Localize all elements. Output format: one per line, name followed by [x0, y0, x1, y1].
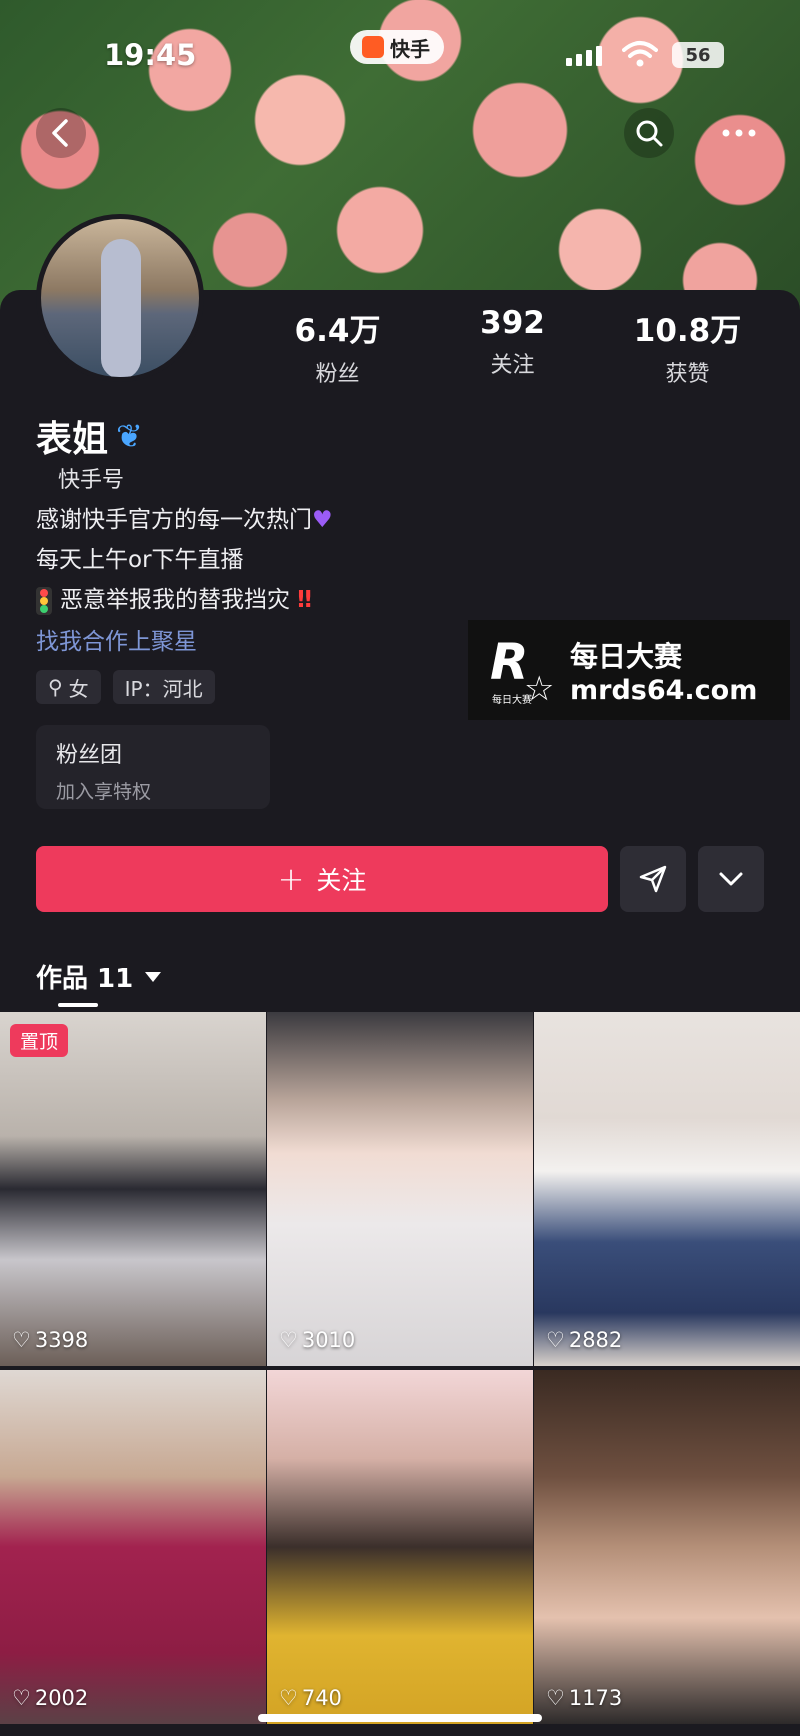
- fan-club-title: 粉丝团: [56, 743, 123, 768]
- chevron-down-icon: [719, 872, 743, 886]
- wifi-icon: [622, 41, 658, 67]
- message-button[interactable]: [620, 846, 686, 912]
- watermark-cn: 每日大赛: [570, 639, 683, 673]
- chevron-left-icon: [52, 119, 68, 147]
- home-indicator[interactable]: [258, 1714, 542, 1722]
- username-text: 表姐: [36, 419, 109, 460]
- profile-tags: ⚲ 女 IP：河北: [36, 670, 215, 704]
- heart-icon: ♡: [279, 1328, 298, 1352]
- back-button[interactable]: [36, 108, 86, 158]
- avatar[interactable]: [36, 214, 204, 382]
- gender-tag: ⚲ 女: [36, 670, 101, 704]
- watermark-text: 每日大赛 mrds64.com: [570, 635, 757, 706]
- works-label: 作品 11: [36, 964, 134, 994]
- video-thumbnail[interactable]: 置顶 ♡ 3398: [0, 1012, 266, 1366]
- tab-works[interactable]: 作品 11: [36, 958, 162, 995]
- watermark-url: mrds64.com: [570, 674, 758, 706]
- send-icon: [639, 865, 667, 893]
- video-thumbnail[interactable]: ♡ 2002: [0, 1370, 266, 1724]
- like-count: ♡ 740: [279, 1686, 342, 1710]
- kuaishou-logo-icon: [362, 36, 384, 58]
- signal-icon: [566, 44, 606, 66]
- fan-club-subtitle: 加入享特权: [56, 781, 152, 803]
- app-name: 快手: [390, 36, 430, 61]
- profile-stats: 6.4万 粉丝 392 关注 10.8万 获赞: [250, 305, 790, 388]
- like-count: ♡ 3398: [12, 1328, 89, 1352]
- search-button[interactable]: [624, 108, 674, 158]
- video-thumbnail[interactable]: ♡ 740: [267, 1370, 533, 1724]
- video-thumbnail[interactable]: ♡ 1173: [534, 1370, 800, 1724]
- likes-label: 获赞: [665, 362, 710, 387]
- stat-fans[interactable]: 6.4万 粉丝: [250, 305, 425, 388]
- follow-button[interactable]: + 关注: [36, 846, 608, 912]
- video-thumbnail[interactable]: ♡ 2882: [534, 1012, 800, 1366]
- video-grid: 置顶 ♡ 3398 ♡ 3010 ♡ 2882 ♡ 2002 ♡ 740 ♡ 1173: [0, 1012, 800, 1724]
- app-indicator-pill: 快手: [350, 30, 444, 64]
- butterfly-icon: ❦: [116, 417, 143, 455]
- stat-following[interactable]: 392 关注: [425, 305, 600, 388]
- battery-indicator: 56: [672, 42, 724, 68]
- bio: 感谢快手官方的每一次热门♥ 每天上午or下午直播 恶意举报我的替我挡灾 ‼: [36, 500, 333, 620]
- status-time: 19:45: [104, 38, 197, 72]
- like-count: ♡ 1173: [546, 1686, 623, 1710]
- following-count: 392: [480, 305, 545, 341]
- search-icon: [636, 120, 663, 147]
- caret-down-icon: [145, 971, 162, 982]
- status-bar: 19:45 快手 56: [0, 30, 800, 80]
- tab-underline: [58, 1003, 98, 1007]
- expand-recommendations-button[interactable]: [698, 846, 764, 912]
- bio-line-1: 感谢快手官方的每一次热门♥: [36, 507, 333, 533]
- like-count: ♡ 3010: [279, 1328, 356, 1352]
- like-count: ♡ 2002: [12, 1686, 89, 1710]
- female-icon: ⚲: [48, 675, 63, 699]
- double-exclamation-icon: ‼: [297, 587, 312, 613]
- fan-club-card[interactable]: 粉丝团 加入享特权: [36, 725, 270, 809]
- heart-icon: ♡: [279, 1686, 298, 1710]
- more-icon: [722, 129, 756, 137]
- fans-count: 6.4万: [294, 313, 381, 349]
- kuaishou-id[interactable]: 快手号: [58, 462, 124, 494]
- video-thumbnail[interactable]: ♡ 3010: [267, 1012, 533, 1366]
- heart-icon: ♡: [546, 1686, 565, 1710]
- following-label: 关注: [490, 353, 535, 378]
- username: 表姐 ❦: [36, 410, 143, 462]
- likes-count: 10.8万: [633, 313, 742, 349]
- bio-line-3: 恶意举报我的替我挡灾 ‼: [36, 580, 333, 620]
- pinned-badge: 置顶: [10, 1024, 69, 1057]
- ip-tag: IP：河北: [112, 670, 215, 704]
- watermark-logo-icon: R ☆ 每日大赛: [490, 633, 555, 709]
- watermark-overlay: R ☆ 每日大赛 每日大赛 mrds64.com: [468, 620, 790, 720]
- heart-icon: ♡: [12, 1328, 31, 1352]
- heart-icon: ♡: [12, 1686, 31, 1710]
- purple-heart-icon: ♥: [312, 507, 333, 533]
- bio-line-2: 每天上午or下午直播: [36, 547, 244, 573]
- follow-label: 关注: [316, 866, 367, 895]
- cooperation-link[interactable]: 找我合作上聚星: [36, 622, 197, 656]
- stat-likes[interactable]: 10.8万 获赞: [600, 305, 775, 388]
- traffic-light-icon: [36, 586, 52, 615]
- like-count: ♡ 2882: [546, 1328, 623, 1352]
- more-options-button[interactable]: [714, 108, 764, 158]
- fans-label: 粉丝: [315, 362, 360, 387]
- plus-icon: +: [277, 860, 305, 898]
- heart-icon: ♡: [546, 1328, 565, 1352]
